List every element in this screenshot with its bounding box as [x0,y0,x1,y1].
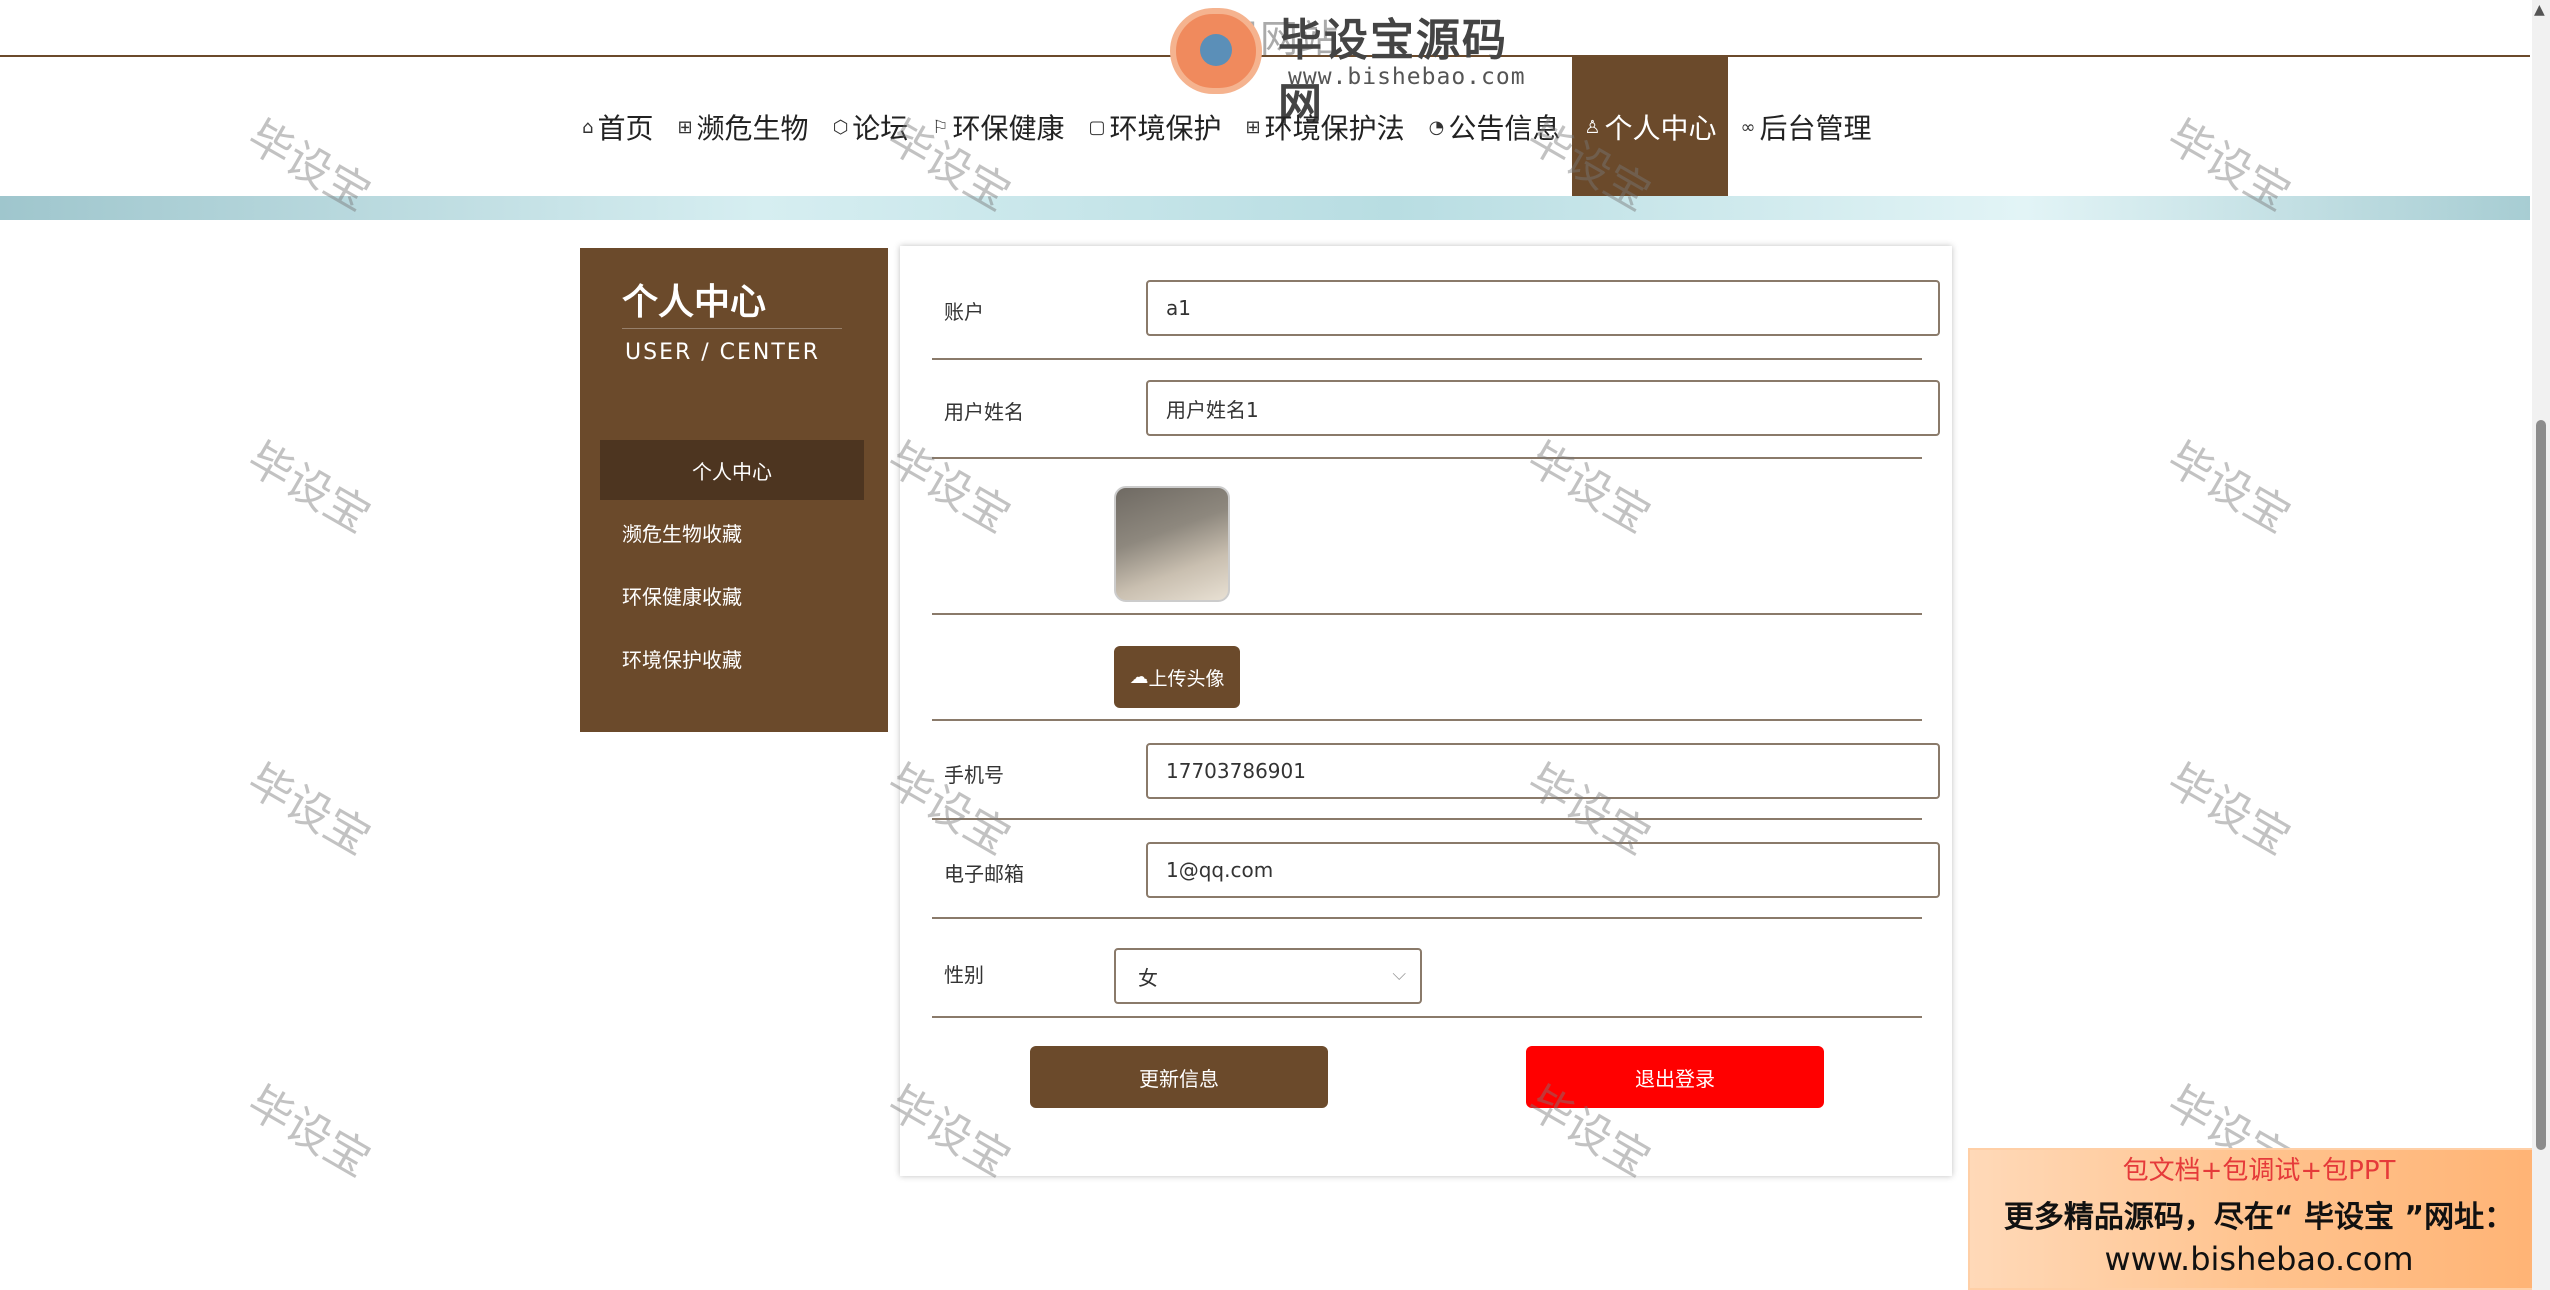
nav-item-label: 环境保护 [1109,112,1222,145]
nav-item-label: 个人中心 [1604,112,1717,145]
update-info-button[interactable]: 更新信息 [1030,1046,1328,1108]
home-icon: ⌂ [582,116,594,138]
page: 环保网站 毕设宝源码网 www.bishebao.com ⌂ 首页 ⊞ 濒危生物… [0,0,2550,1290]
nav-item-env-law[interactable]: ⊞ 环境保护法 [1233,57,1416,197]
watermark: 毕设宝 [2158,432,2299,543]
sidebar-title: 个人中心 [622,282,767,323]
account-input[interactable]: a1 [1146,280,1940,336]
gender-select[interactable]: 女 ⌵ [1114,948,1422,1004]
sidebar-item-protection-favorites[interactable]: 环境保护收藏 [600,628,864,688]
nav-item-home[interactable]: ⌂ 首页 [570,57,665,197]
chevron-down-icon: ⌵ [1392,964,1406,985]
flag-icon: ⚐ [932,116,949,138]
form-row-account: 账户 a1 [932,256,1940,360]
watermark: 毕设宝 [238,432,379,543]
nav-item-label: 首页 [597,112,654,145]
nav-item-forum[interactable]: ⬡ 论坛 [821,57,921,197]
grid-icon: ⊞ [677,116,693,138]
promo-line-2: 更多精品源码，尽在“ 毕设宝 ”网址： [2003,1200,2515,1235]
avatar [1114,486,1230,602]
nav-item-label: 后台管理 [1759,112,1872,145]
nav-item-label: 环保健康 [952,112,1065,145]
name-label: 用户姓名 [944,400,1024,424]
sidebar-item-user-center[interactable]: 个人中心 [600,440,864,500]
palette-icon: ◔ [1428,116,1445,138]
promo-line-3: www.bishebao.com [2104,1240,2414,1278]
form-row-phone: 手机号 17703786901 [932,721,1940,820]
sidebar: 个人中心 USER / CENTER 个人中心 濒危生物收藏 环保健康收藏 环境… [580,248,888,732]
account-label: 账户 [944,300,984,324]
file-icon: ▢ [1088,116,1106,138]
main-nav: ⌂ 首页 ⊞ 濒危生物 ⬡ 论坛 ⚐ 环保健康 ▢ 环境保护 ⊞ 环境保护法 ◔… [570,57,1884,197]
nav-item-endangered-species[interactable]: ⊞ 濒危生物 [665,57,820,197]
sidebar-subtitle: USER / CENTER [625,340,820,365]
user-icon: ♙ [1584,116,1601,138]
promo-banner[interactable]: 包文档+包调试+包PPT 更多精品源码，尽在“ 毕设宝 ”网址： www.bis… [1968,1148,2550,1290]
form-row-gender: 性别 [932,919,1922,1018]
nav-item-admin[interactable]: ∞ 后台管理 [1728,57,1883,197]
email-label: 电子邮箱 [944,862,1024,886]
gender-value: 女 [1138,965,1158,990]
profile-form: 账户 a1 用户姓名 用户姓名1 ☁ 上传头像 手机号 17703786901 … [900,246,1952,1176]
phone-input[interactable]: 17703786901 [1146,743,1940,799]
cloud-upload-icon: ☁ [1129,666,1149,688]
form-row-upload [932,615,1922,721]
nav-item-announcements[interactable]: ◔ 公告信息 [1417,57,1573,197]
form-row-avatar [932,459,1922,615]
nav-item-eco-health[interactable]: ⚐ 环保健康 [920,57,1076,197]
header: 环保网站 毕设宝源码网 www.bishebao.com ⌂ 首页 ⊞ 濒危生物… [0,0,2550,220]
form-row-name: 用户姓名 用户姓名1 [932,360,1940,459]
watermark: 毕设宝 [2158,754,2299,865]
logout-button[interactable]: 退出登录 [1526,1046,1824,1108]
upload-avatar-button[interactable]: ☁ 上传头像 [1114,646,1240,708]
scroll-up-arrow-icon[interactable]: ▲ [2534,2,2545,18]
link-icon: ∞ [1740,116,1756,138]
nav-item-label: 公告信息 [1448,112,1561,145]
banner-strip [0,196,2530,220]
sidebar-item-health-favorites[interactable]: 环保健康收藏 [600,565,864,625]
phone-label: 手机号 [944,763,1004,787]
nav-item-label: 论坛 [852,112,909,145]
watermark: 毕设宝 [238,1076,379,1187]
apps-icon: ⊞ [1245,116,1261,138]
watermark: 毕设宝 [238,754,379,865]
nav-item-label: 环境保护法 [1264,112,1405,145]
email-input[interactable]: 1@qq.com [1146,842,1940,898]
form-row-email: 电子邮箱 1@qq.com [932,820,1940,919]
promo-line-1: 包文档+包调试+包PPT [2122,1156,2396,1186]
cube-icon: ⬡ [832,116,849,138]
scrollbar-thumb[interactable] [2536,420,2546,1150]
gender-label: 性别 [944,963,984,987]
sidebar-divider [622,328,842,329]
upload-avatar-label: 上传头像 [1148,667,1225,690]
nav-item-env-protection[interactable]: ▢ 环境保护 [1076,57,1233,197]
name-input[interactable]: 用户姓名1 [1146,380,1940,436]
sidebar-item-species-favorites[interactable]: 濒危生物收藏 [600,502,864,562]
nav-item-user-center[interactable]: ♙ 个人中心 [1572,57,1729,197]
nav-item-label: 濒危生物 [696,112,809,145]
